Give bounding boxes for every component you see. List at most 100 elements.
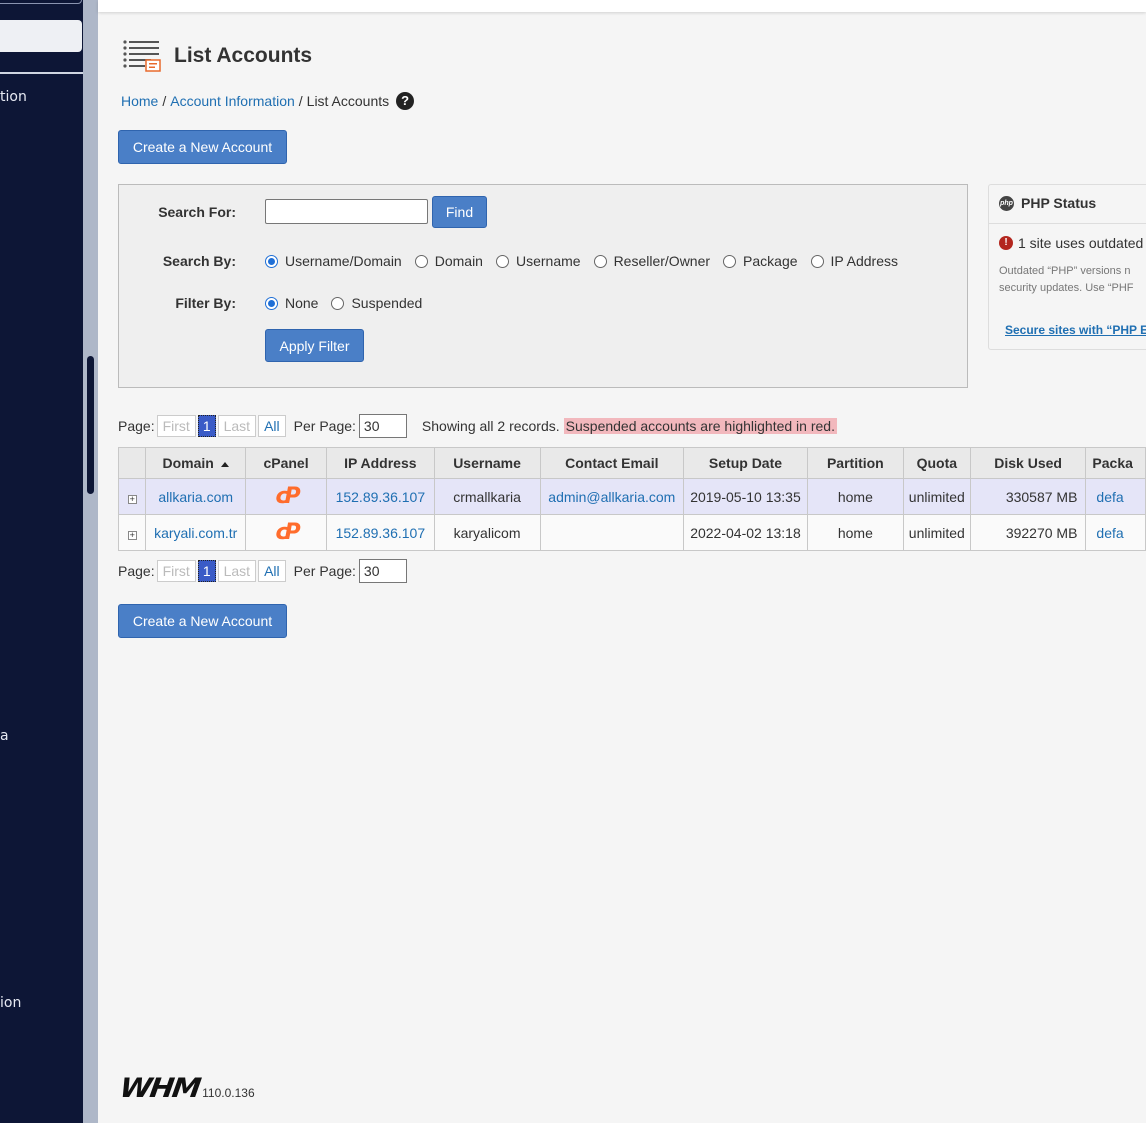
table-row: + karyali.com.tr cP 152.89.36.107 karyal…: [117, 514, 1146, 551]
filter-none[interactable]: None: [265, 295, 318, 311]
whm-version: 110.0.136: [202, 1086, 255, 1100]
col-username[interactable]: Username: [433, 447, 541, 479]
cpanel-icon[interactable]: cP: [275, 520, 300, 545]
page-last-button[interactable]: Last: [217, 415, 257, 437]
sidebar-scrollbar-thumb[interactable]: [87, 356, 94, 494]
domain-link[interactable]: karyali.com.tr: [154, 525, 237, 541]
search-by-package[interactable]: Package: [723, 253, 798, 269]
search-by-reseller-owner[interactable]: Reseller/Owner: [593, 253, 711, 269]
radio-icon[interactable]: [414, 254, 428, 268]
sidebar-item-1[interactable]: tion: [0, 89, 27, 105]
breadcrumb-home[interactable]: Home: [121, 93, 158, 109]
page-current[interactable]: 1: [197, 415, 216, 437]
help-icon[interactable]: ?: [396, 92, 415, 110]
email-link[interactable]: admin@allkaria.com: [548, 489, 675, 505]
domain-link[interactable]: allkaria.com: [158, 489, 233, 505]
search-panel: Search For: Find Search By: Username/Dom…: [118, 184, 968, 388]
php-status-panel: php PHP Status ! 1 site uses outdated Ou…: [988, 184, 1146, 350]
per-page-label: Per Page:: [293, 418, 356, 434]
col-quota[interactable]: Quota: [902, 447, 971, 479]
filter-suspended[interactable]: Suspended: [331, 295, 422, 311]
col-setup-date[interactable]: Setup Date: [683, 447, 808, 479]
search-by-username-domain[interactable]: Username/Domain: [265, 253, 402, 269]
sidebar-item-2[interactable]: a: [0, 728, 9, 744]
col-cpanel[interactable]: cPanel: [244, 447, 328, 479]
radio-icon[interactable]: [593, 254, 607, 268]
sidebar-search-input[interactable]: [0, 20, 82, 52]
expand-icon[interactable]: +: [127, 494, 137, 504]
page-all-button[interactable]: All: [258, 560, 286, 582]
search-by-option-label: Domain: [434, 253, 483, 269]
filter-option-label: Suspended: [351, 295, 423, 311]
php-alert: ! 1 site uses outdated: [999, 235, 1143, 251]
radio-checked-icon[interactable]: [265, 254, 278, 268]
col-disk-used[interactable]: Disk Used: [969, 447, 1087, 479]
breadcrumb-separator: /: [298, 93, 303, 109]
sidebar-item-3[interactable]: ion: [0, 995, 21, 1011]
search-by-option-label: Reseller/Owner: [613, 253, 711, 269]
radio-icon[interactable]: [495, 254, 509, 268]
php-alert-text: 1 site uses outdated: [1018, 235, 1144, 251]
ip-link[interactable]: 152.89.36.107: [336, 525, 426, 541]
page-last-button[interactable]: Last: [217, 560, 257, 582]
ip-link[interactable]: 152.89.36.107: [336, 489, 426, 505]
radio-icon[interactable]: [331, 296, 345, 310]
php-secure-link[interactable]: Secure sites with “PHP El: [1005, 323, 1146, 337]
col-ip-address[interactable]: IP Address: [326, 447, 435, 479]
search-by-option-label: Username: [515, 253, 581, 269]
alert-icon: !: [999, 236, 1013, 250]
apply-filter-button[interactable]: Apply Filter: [265, 329, 364, 362]
setup-date-cell: 2019-05-10 13:35: [683, 478, 808, 515]
create-account-button[interactable]: Create a New Account: [118, 130, 287, 164]
create-account-button[interactable]: Create a New Account: [118, 604, 287, 638]
per-page-input[interactable]: 30: [358, 559, 407, 583]
expand-cell: +: [117, 478, 147, 515]
ip-cell: 152.89.36.107: [326, 478, 435, 515]
radio-icon[interactable]: [810, 254, 824, 268]
expand-cell: +: [117, 514, 147, 551]
per-page-input[interactable]: 30: [358, 414, 407, 438]
php-logo-icon: php: [999, 195, 1014, 211]
php-status-header: php PHP Status: [999, 195, 1096, 211]
footer: WHM 110.0.136: [118, 1072, 255, 1103]
search-for-label: Search For:: [158, 204, 236, 220]
disk-used-cell: 392270 MB: [969, 514, 1087, 551]
search-by-ip-address[interactable]: IP Address: [810, 253, 898, 269]
page-first-button[interactable]: First: [156, 560, 196, 582]
cpanel-icon[interactable]: cP: [275, 484, 300, 509]
page-current[interactable]: 1: [197, 560, 216, 582]
breadcrumb-account-information[interactable]: Account Information: [170, 93, 295, 109]
accounts-table: Domain cPanel IP Address Username Contac…: [117, 447, 1146, 551]
package-link[interactable]: defa: [1096, 525, 1123, 541]
search-by-domain[interactable]: Domain: [414, 253, 483, 269]
radio-icon[interactable]: [723, 254, 737, 268]
table-row: + allkaria.com cP 152.89.36.107 crmallka…: [117, 478, 1146, 515]
filter-by-label: Filter By:: [175, 295, 236, 311]
page-first-button[interactable]: First: [156, 415, 196, 437]
col-contact-email[interactable]: Contact Email: [539, 447, 685, 479]
php-desc-line: Outdated “PHP” versions n: [999, 265, 1131, 277]
php-status-title: PHP Status: [1021, 195, 1097, 211]
main-content: List Accounts Home / Account Information…: [98, 0, 1146, 1123]
top-bar: [98, 0, 1146, 12]
ip-cell: 152.89.36.107: [326, 514, 435, 551]
setup-date-cell: 2022-04-02 13:18: [683, 514, 808, 551]
search-input[interactable]: [265, 199, 428, 224]
find-button[interactable]: Find: [432, 196, 487, 228]
sidebar-top-field[interactable]: [0, 0, 82, 4]
radio-checked-icon[interactable]: [265, 296, 278, 310]
expand-icon[interactable]: +: [127, 530, 137, 540]
disk-used-cell: 330587 MB: [969, 478, 1087, 515]
package-link[interactable]: defa: [1096, 489, 1123, 505]
search-by-username[interactable]: Username: [495, 253, 581, 269]
sidebar-scrollbar[interactable]: [83, 0, 98, 1123]
col-partition[interactable]: Partition: [806, 447, 904, 479]
col-package[interactable]: Packa: [1085, 447, 1146, 479]
package-cell: defa: [1085, 514, 1146, 551]
sort-ascending-icon: [220, 461, 229, 467]
search-by-option-label: Package: [743, 253, 798, 269]
list-accounts-icon: [122, 38, 162, 74]
col-domain[interactable]: Domain: [145, 447, 246, 479]
page-all-button[interactable]: All: [258, 415, 286, 437]
sidebar-divider: [0, 72, 83, 74]
